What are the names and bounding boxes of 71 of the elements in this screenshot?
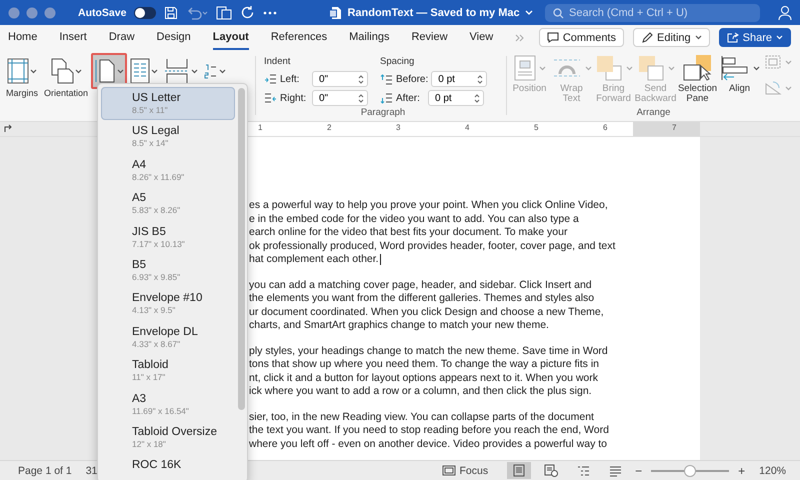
ruler-number: 1 <box>258 123 262 132</box>
number-field[interactable]: 0 pt <box>431 71 488 87</box>
document-text-line: where you left off - even on another device. Video provides a powerful way to <box>249 438 607 451</box>
zoom-out-button[interactable]: − <box>635 464 642 478</box>
field-label: Left: <box>280 74 300 84</box>
document-text-line: sier, too, in the new Reading view. You can collapse parts of the document <box>249 410 594 424</box>
document-text-line: e in the embed code for the video you want to add. You can also type a <box>249 212 579 226</box>
number-field[interactable]: 0" <box>312 71 368 87</box>
page-size-option[interactable]: Tabloid Oversize 12" x 18" <box>101 420 235 454</box>
document-text-line: the text you want. If you need to stop reading before you reach the end, Word <box>249 424 609 438</box>
ruler-number: 3 <box>396 123 400 132</box>
page-size-option[interactable]: US Letter 8.5" x 11" <box>101 87 235 120</box>
document-text-line: es a powerful way to help you prove your point. When you click Online Video, <box>249 199 608 212</box>
zoom-in-button[interactable]: + <box>738 464 746 478</box>
document-text-line: tons that show up where you need them. To change the way a picture fits in <box>249 358 600 372</box>
page-count[interactable]: Page 1 of 1 <box>18 464 72 476</box>
orientation-button[interactable]: Orientation <box>41 53 92 102</box>
ribbon-tab[interactable]: References <box>270 26 328 50</box>
group-heading: Indent <box>264 56 292 67</box>
ruler-number: 5 <box>534 123 538 132</box>
field-label: Right: <box>280 92 308 104</box>
zoom-level[interactable]: 120% <box>759 464 786 476</box>
document-text-line: nt, click it and a button for layout options appears next to it. When you work <box>249 372 598 385</box>
search-field[interactable]: Search (Cmd + Ctrl + U) <box>545 4 760 22</box>
ribbon-tab[interactable]: Draw <box>108 26 135 50</box>
word-count[interactable]: 31 <box>86 464 98 476</box>
ruler-number: 6 <box>603 123 608 132</box>
selection-button[interactable]: Selection Pane <box>677 54 718 104</box>
page-size-option[interactable]: ROC 16K <box>101 454 235 480</box>
document-text-line: charts, and SmartArt graphics change to match your new theme. <box>249 319 549 332</box>
ribbon-tab[interactable]: Home <box>8 26 38 50</box>
ribbon-tab[interactable]: Insert <box>59 26 87 50</box>
ribbon-tab[interactable]: View <box>470 26 494 50</box>
group-label: Arrange <box>636 107 672 118</box>
document-text-line: the elements you want from the different galleries. Themes and styles also <box>249 292 594 306</box>
comments-button[interactable]: Comments <box>538 28 624 47</box>
share-button[interactable]: Share <box>718 28 791 47</box>
ribbon-tab[interactable]: Mailings <box>349 26 390 50</box>
ruler-number: 2 <box>327 123 332 132</box>
ribbon-tab[interactable]: Review <box>411 26 448 50</box>
page-size-option[interactable]: B5 6.93" x 9.85" <box>101 254 235 288</box>
page-size-option[interactable]: Tabloid 11" x 17" <box>101 354 235 388</box>
page-size-option[interactable]: A3 11.69" x 16.54" <box>101 388 235 421</box>
page-size-option[interactable]: Envelope #10 4.13" x 9.5" <box>101 287 235 321</box>
document-text-line: ick where you want to add a row or a column, and then click the plus sign. <box>249 385 592 398</box>
align-button[interactable]: Align <box>719 54 760 94</box>
page-size-option[interactable]: US Legal 8.5" x 14" <box>101 120 235 154</box>
document-text-line: hat complement each other. <box>249 253 381 266</box>
group-heading: Spacing <box>380 56 416 67</box>
editing-button[interactable]: Editing <box>633 28 710 47</box>
document-text-line: earch online for the video that best fits your document. To make your <box>249 226 568 240</box>
number-field[interactable]: 0 pt <box>428 90 484 106</box>
ruler-number: 4 <box>465 123 470 132</box>
focus-button[interactable]: Focus <box>434 461 496 480</box>
page-size-option[interactable]: A4 8.26" x 11.69" <box>101 154 235 188</box>
ruler-number: 7 <box>672 123 676 132</box>
ribbon-tab[interactable]: Design <box>156 26 191 50</box>
document-text-line: ur document coordinated. When you click Design and choose a new Theme, <box>249 306 604 319</box>
page-size-option[interactable]: A5 5.83" x 8.26" <box>101 187 235 221</box>
field-label: After: <box>396 92 421 104</box>
autosave-label: AutoSave <box>78 6 126 18</box>
document-title[interactable]: RandomText — Saved to my Mac <box>347 6 520 18</box>
document-text-line: you can add a matching cover page, header, and sidebar. Click Insert and <box>249 278 592 292</box>
page-size-option[interactable]: Envelope DL 4.33" x 8.67" <box>101 320 235 354</box>
margins-button[interactable]: Margins <box>3 53 42 102</box>
page-size-option[interactable]: JIS B5 7.17" x 10.13" <box>101 220 235 254</box>
group-label: Paragraph <box>360 107 406 118</box>
number-field[interactable]: 0" <box>312 90 368 106</box>
document-text-line: ply styles, your headings change to match the new theme. Save time in Word <box>249 344 608 358</box>
document-text-line: ok professionally produced, Word provides header, footer, cover page, and text <box>249 240 616 253</box>
field-label: Before: <box>396 74 428 84</box>
